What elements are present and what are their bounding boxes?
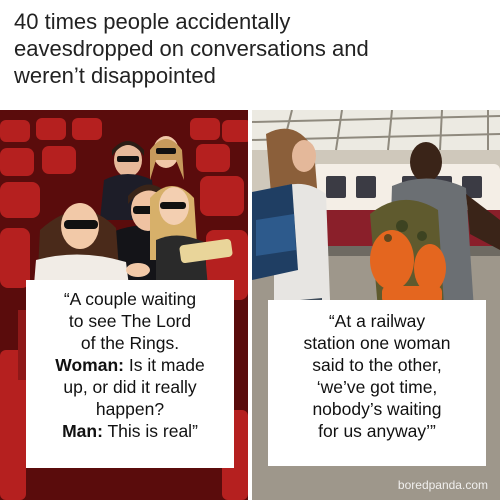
right-quote-line-3: said to the other,	[312, 355, 442, 375]
right-quote-line-1: “At a railway	[328, 311, 426, 331]
woman-quote-cont: up, or did it really	[63, 377, 197, 397]
woman-line: Woman: Is it made	[26, 354, 234, 376]
woman-quote-end: happen?	[95, 399, 165, 419]
headline-line-3: weren’t disappointed	[14, 63, 216, 88]
right-quote-line-4: ‘we’ve got time,	[316, 377, 438, 397]
headline: 40 times people accidentally eavesdroppe…	[14, 8, 488, 89]
right-quote-line-5: nobody’s waiting	[312, 399, 442, 419]
man-line: Man: This is real”	[26, 420, 234, 442]
right-quote-line-2: station one woman	[303, 333, 451, 353]
headline-line-1: 40 times people accidentally	[14, 9, 291, 34]
woman-speaker-label: Woman:	[55, 355, 124, 375]
left-quote-caption: “A couple waiting to see The Lord of the…	[26, 280, 234, 468]
watermark: boredpanda.com	[397, 478, 488, 492]
left-quote-line-3: of the Rings.	[80, 333, 180, 353]
left-quote-line-2: to see The Lord	[68, 311, 192, 331]
right-quote-caption: “At a railway station one woman said to …	[268, 300, 486, 466]
man-quote: This is real”	[102, 421, 198, 441]
headline-line-2: eavesdropped on conversations and	[14, 36, 369, 61]
woman-quote-start: Is it made	[123, 355, 205, 375]
left-quote-line-1: “A couple waiting	[63, 289, 197, 309]
right-quote-line-6: for us anyway’”	[318, 421, 436, 441]
man-speaker-label: Man:	[62, 421, 103, 441]
